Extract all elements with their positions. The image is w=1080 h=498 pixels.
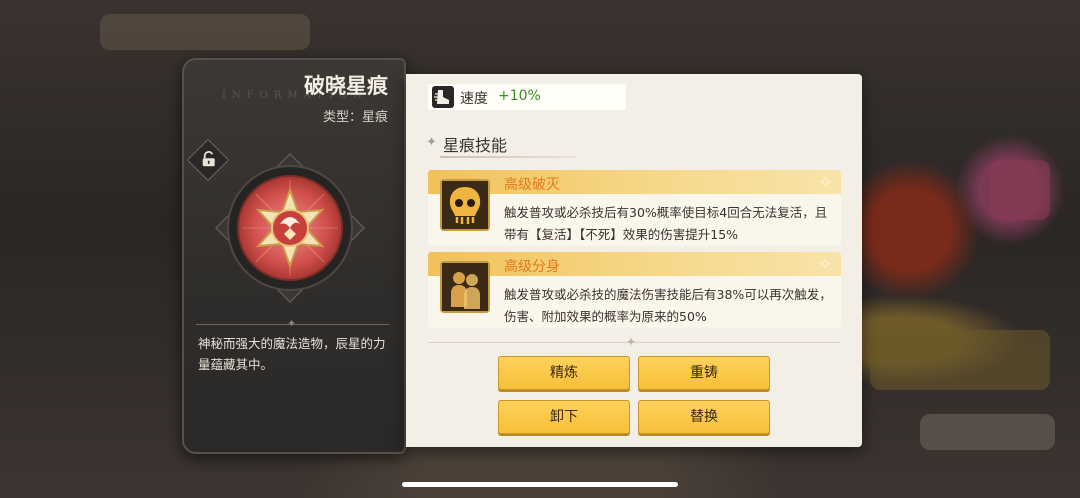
replace-button[interactable]: 替换 [638,400,770,434]
skill-name: 高级分身 [504,259,560,275]
skill-description: 触发普攻或必杀技后有30%概率使目标4回合无法复活，且带有【复活】【不死】效果的… [504,205,828,242]
stat-value: +10% [498,88,541,104]
sparkle-icon: ✦ [287,317,297,330]
artifact-description: 神秘而强大的魔法造物，辰星的力量蕴藏其中。 [198,336,386,372]
skill-card: ✧ 高级破灭 触发普攻或必杀技后有30%概率使目标4回合无法复活，且带有【复活】… [428,170,841,246]
ornament-icon: ✧ [817,254,833,275]
unequip-button[interactable]: 卸下 [498,400,630,434]
skill-card: ✧ 高级分身 触发普攻或必杀技的魔法伤害技能后有38%可以再次触发，伤害、附加效… [428,252,841,328]
skill-description: 触发普攻或必杀技的魔法伤害技能后有38%可以再次触发，伤害、附加效果的概率为原来… [504,287,832,324]
skull-icon [440,179,490,231]
section-title: 星痕技能 [443,136,508,155]
artifact-title: 破晓星痕 [304,74,388,98]
sparkle-icon: ✦ [626,335,637,349]
bg-blur-right-btn [920,414,1055,450]
section-underline [440,156,576,158]
bg-blur-right-slot [990,160,1050,220]
clone-icon [440,261,490,313]
boot-icon [432,86,454,108]
bg-blur-top-bar [100,14,310,50]
recast-button[interactable]: 重铸 [638,356,770,390]
stat-label: 速度 [460,91,488,107]
sparkle-icon: ✦ [426,135,437,150]
artifact-type: 类型：星痕 [322,110,388,125]
refine-button[interactable]: 精炼 [498,356,630,390]
bg-blur-right-slot2 [870,330,1050,390]
artifact-emblem [214,152,366,304]
skill-name: 高级破灭 [504,177,560,193]
ornament-icon: ✧ [817,172,833,193]
home-indicator[interactable] [402,482,678,487]
